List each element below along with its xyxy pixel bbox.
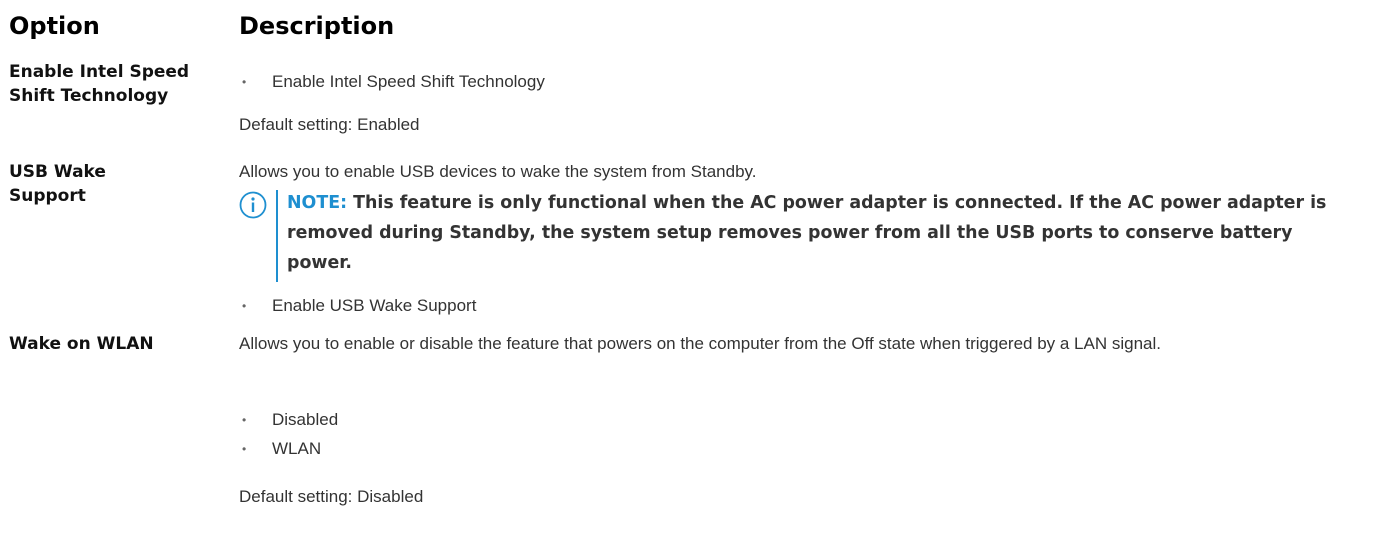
bullet-text: WLAN: [272, 439, 322, 458]
column-header-description: Description: [239, 12, 395, 40]
note-box: NOTE: This feature is only functional wh…: [238, 188, 1358, 284]
list-item: • Disabled: [239, 408, 338, 432]
option-name-usb-wake-support: USB Wake Support: [9, 162, 106, 206]
option-description: Allows you to enable or disable the feat…: [239, 334, 1161, 353]
bullet-text: Enable USB Wake Support: [272, 296, 477, 315]
bullet-icon: •: [242, 75, 247, 89]
bullet-text: Enable Intel Speed Shift Technology: [272, 72, 545, 91]
bullet-text: Disabled: [272, 410, 339, 429]
default-setting: Default setting: Disabled: [239, 487, 424, 506]
note-text: NOTE: This feature is only functional wh…: [287, 188, 1357, 278]
default-setting: Default setting: Enabled: [239, 115, 420, 134]
bullet-icon: •: [242, 299, 247, 313]
list-item: • Enable USB Wake Support: [239, 294, 476, 318]
column-header-option: Option: [9, 12, 100, 40]
note-content: This feature is only functional when the…: [287, 193, 1327, 273]
bios-options-table: Option Description Enable Intel Speed Sh…: [0, 0, 1379, 533]
option-name-intel-speed-shift: Enable Intel Speed Shift Technology: [9, 62, 190, 106]
note-divider: [276, 190, 278, 282]
bullet-icon: •: [242, 413, 247, 427]
info-icon: [239, 191, 267, 219]
option-name-wake-on-wlan: Wake on WLAN: [9, 334, 154, 354]
option-description: Allows you to enable USB devices to wake…: [239, 162, 757, 181]
note-label: NOTE:: [287, 193, 348, 213]
list-item: • WLAN: [239, 437, 321, 461]
list-item: • Enable Intel Speed Shift Technology: [239, 70, 545, 94]
bullet-icon: •: [242, 442, 247, 456]
